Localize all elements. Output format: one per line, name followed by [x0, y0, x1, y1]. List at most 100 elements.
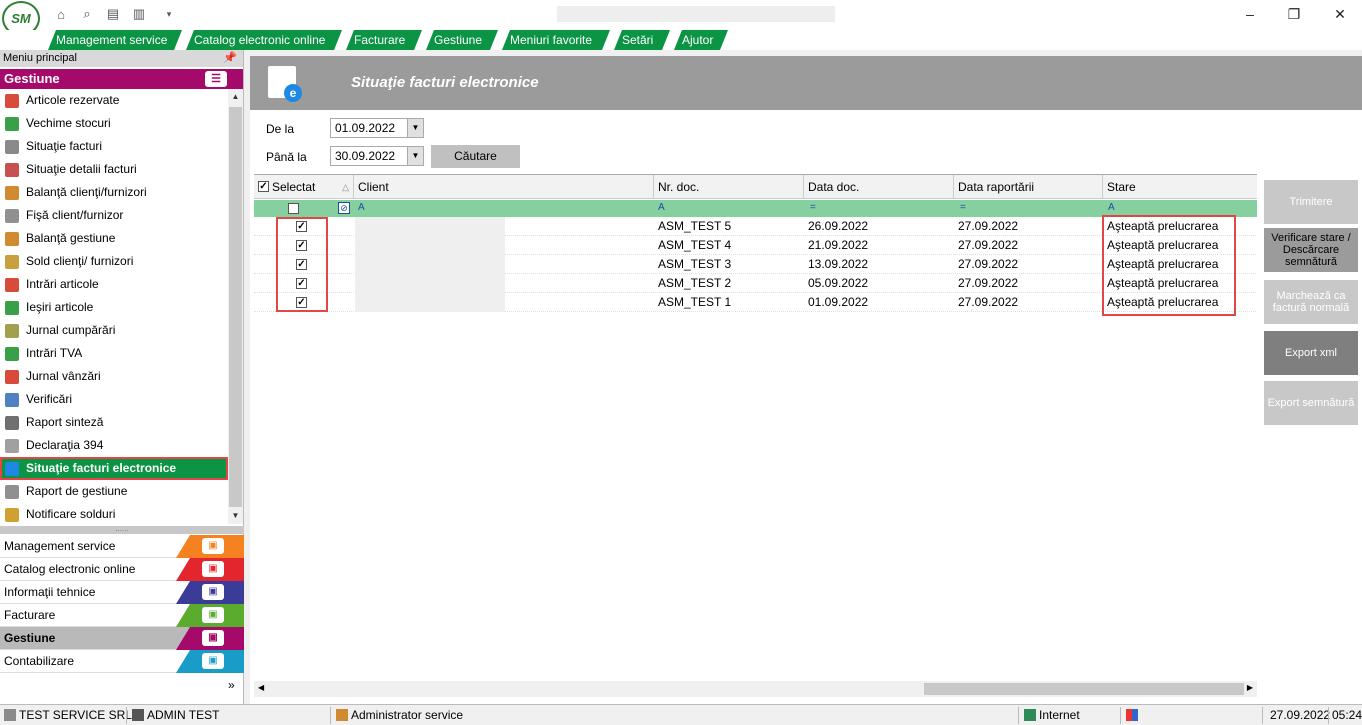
menu-item[interactable]: Vechime stocuri [0, 112, 228, 135]
grid-header: ✓ Selectat △ Client Nr. doc. Data doc. D… [254, 175, 1257, 199]
pin-icon[interactable]: 📌 [223, 50, 237, 67]
scroll-thumb[interactable] [229, 107, 242, 507]
mark-normal-invoice-button[interactable]: Marchează ca factură normală [1264, 280, 1358, 324]
menu-item-label: Intrări articole [26, 277, 99, 291]
scroll-up-icon[interactable]: ▲ [228, 89, 243, 105]
col-header-data-raportarii[interactable]: Data raportării [954, 175, 1103, 199]
to-date-picker[interactable]: 30.09.2022 ▼ [330, 146, 424, 166]
grid-horizontal-scrollbar[interactable]: ◀ ▶ [254, 681, 1257, 697]
menu-item[interactable]: Balanţă gestiune [0, 227, 228, 250]
chevron-down-icon[interactable]: ▼ [407, 119, 423, 137]
filter-equals-icon[interactable]: = [810, 202, 816, 213]
summary-report-icon [5, 416, 19, 430]
menu-scrollbar[interactable]: ▲ ▼ [228, 89, 243, 524]
col-header-stare[interactable]: Stare [1103, 175, 1257, 199]
security-icon [1126, 709, 1138, 721]
cell-nr-doc: ASM_TEST 1 [658, 295, 732, 309]
restore-icon[interactable]: ❐ [1282, 4, 1306, 24]
menu-meniuri-favorite[interactable]: Meniuri favorite [502, 30, 610, 50]
menu-setari[interactable]: Setări [614, 30, 670, 50]
filter-contains-icon[interactable]: A [358, 202, 365, 213]
menu-ajutor[interactable]: Ajutor [674, 30, 728, 50]
status-time: 05:24 [1332, 708, 1362, 722]
menu-item[interactable]: Intrări TVA [0, 342, 228, 365]
menu-item[interactable]: Intrări articole [0, 273, 228, 296]
filter-contains-icon[interactable]: A [1108, 202, 1115, 213]
menu-gestiune[interactable]: Gestiune [426, 30, 498, 50]
menu-item[interactable]: Sold clienţi/ furnizori [0, 250, 228, 273]
menu-item[interactable]: Jurnal vânzări [0, 365, 228, 388]
menu-facturare[interactable]: Facturare [346, 30, 422, 50]
status-user: ADMIN TEST [132, 708, 219, 722]
search-button[interactable]: Căutare [431, 145, 520, 168]
menu-item[interactable]: Raport sinteză [0, 411, 228, 434]
select-all-checkbox[interactable]: ✓ [258, 181, 269, 192]
col-header-selectat[interactable]: ✓ Selectat △ [254, 175, 354, 199]
module-list: Management service ▣ Catalog electronic on… [0, 535, 244, 673]
cell-data-doc: 05.09.2022 [808, 276, 869, 290]
filter-clear-icon[interactable]: ⊘ [338, 202, 350, 214]
menu-item-label: Situaţie detalii facturi [26, 162, 137, 176]
menu-catalog-electronic[interactable]: Catalog electronic online [186, 30, 342, 50]
barcode-icon[interactable]: ▥ [130, 6, 148, 22]
module-item[interactable]: Gestiune ▣ [0, 627, 244, 650]
panel-splitter-grip[interactable]: ...... [0, 525, 244, 534]
menu-item[interactable]: Declaraţia 394 [0, 434, 228, 457]
close-icon[interactable]: ✕ [1328, 4, 1352, 24]
menu-item[interactable]: Situaţie facturi [0, 135, 228, 158]
menu-item[interactable]: Situaţie facturi electronice [0, 457, 228, 480]
col-header-data-doc[interactable]: Data doc. [804, 175, 954, 199]
app-window: SM ⌂ ⌕ ▤ ▥ ▾ – ❐ ✕ Management service Ca… [0, 0, 1362, 725]
page-banner: e Situaţie facturi electronice [250, 56, 1362, 110]
filter-contains-icon[interactable]: A [658, 202, 665, 213]
stock-balance-icon [5, 232, 19, 246]
export-xml-button[interactable]: Export xml [1264, 331, 1358, 375]
from-date-picker[interactable]: 01.09.2022 ▼ [330, 118, 424, 138]
scanner-icon[interactable]: ▤ [104, 6, 122, 22]
menu-item[interactable]: Situaţie detalii facturi [0, 158, 228, 181]
menu-item[interactable]: Jurnal cumpărări [0, 319, 228, 342]
quick-access-dropdown-icon[interactable]: ▾ [160, 6, 178, 22]
export-signature-button[interactable]: Export semnătură [1264, 381, 1358, 425]
sales-journal-icon [5, 370, 19, 384]
module-item[interactable]: Management service ▣ [0, 535, 244, 558]
menu-management-service[interactable]: Management service [48, 30, 182, 50]
check-status-download-signature-button[interactable]: Verificare stare / Descărcare semnătură [1264, 228, 1358, 272]
key-icon [336, 709, 348, 721]
search-tool-icon[interactable]: ⌕ [78, 6, 96, 22]
minimize-icon[interactable]: – [1238, 4, 1262, 24]
home-icon[interactable]: ⌂ [52, 6, 70, 22]
module-item[interactable]: Catalog electronic online ▣ [0, 558, 244, 581]
h-scroll-thumb[interactable] [924, 683, 1244, 695]
globe-icon [1024, 709, 1036, 721]
menu-item[interactable]: Fişă client/furnizor [0, 204, 228, 227]
menu-item-label: Jurnal vânzări [26, 369, 101, 383]
expand-chevron-icon[interactable]: » [228, 678, 235, 692]
scroll-left-icon[interactable]: ◀ [258, 683, 264, 692]
scroll-right-icon[interactable]: ▶ [1247, 683, 1253, 692]
menu-item[interactable]: Balanţă clienţi/furnizori [0, 181, 228, 204]
status-date: 27.09.2022 [1270, 708, 1331, 722]
menu-item[interactable]: Verificări [0, 388, 228, 411]
menu-item[interactable]: Notificare solduri [0, 503, 228, 526]
module-item[interactable]: Facturare ▣ [0, 604, 244, 627]
col-header-nr-doc[interactable]: Nr. doc. [654, 175, 804, 199]
chevron-down-icon[interactable]: ▼ [407, 147, 423, 165]
cell-data-doc: 21.09.2022 [808, 238, 869, 252]
filter-checkbox[interactable] [288, 203, 299, 214]
menu-item[interactable]: Raport de gestiune [0, 480, 228, 503]
module-item[interactable]: Informaţii tehnice ▣ [0, 581, 244, 604]
module-item[interactable]: Contabilizare ▣ [0, 650, 244, 673]
send-button[interactable]: Trimitere [1264, 180, 1358, 224]
client-redacted-area [355, 217, 505, 312]
declaration-icon [5, 439, 19, 453]
col-header-client[interactable]: Client [354, 175, 654, 199]
status-indicator [1126, 708, 1141, 722]
menu-item[interactable]: Articole rezervate [0, 89, 228, 112]
catalog-icon: ▣ [202, 561, 224, 577]
menu-item[interactable]: Ieşiri articole [0, 296, 228, 319]
accounting-icon: ▣ [202, 653, 224, 669]
module-label: Facturare [4, 608, 56, 622]
filter-equals-icon[interactable]: = [960, 202, 966, 213]
scroll-down-icon[interactable]: ▼ [228, 508, 243, 524]
